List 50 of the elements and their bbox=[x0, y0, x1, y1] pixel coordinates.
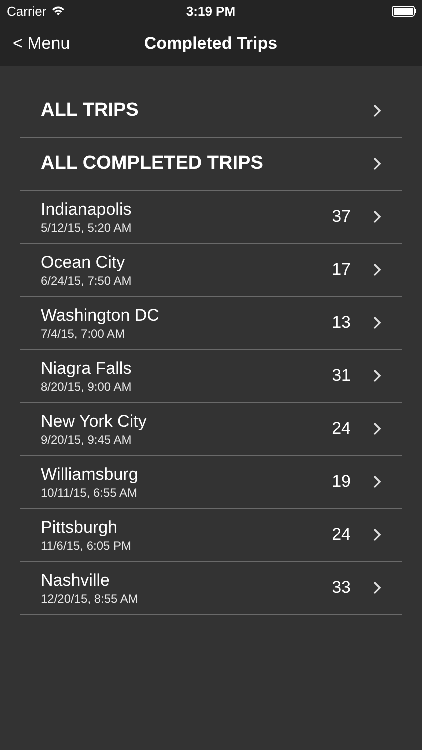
trip-count: 17 bbox=[332, 260, 351, 280]
chevron-icon bbox=[373, 581, 382, 595]
trip-count: 13 bbox=[332, 313, 351, 333]
trip-row[interactable]: Pittsburgh 11/6/15, 6:05 PM 24 bbox=[20, 509, 402, 562]
chevron-icon bbox=[373, 528, 382, 542]
chevron-icon bbox=[373, 157, 382, 171]
trip-name: Washington DC bbox=[41, 306, 160, 326]
section-row[interactable]: ALL TRIPS bbox=[20, 85, 402, 138]
trip-date: 10/11/15, 6:55 AM bbox=[41, 486, 139, 500]
trip-date: 5/12/15, 5:20 AM bbox=[41, 220, 133, 234]
chevron-icon bbox=[373, 475, 382, 489]
trip-name: Ocean City bbox=[41, 252, 126, 272]
trip-row[interactable]: Niagra Falls 8/20/15, 9:00 AM 31 bbox=[20, 350, 402, 403]
trip-date: 11/6/15, 6:05 PM bbox=[41, 538, 133, 552]
wifi-icon bbox=[52, 6, 65, 16]
battery-icon bbox=[392, 6, 417, 16]
trip-row[interactable]: Nashville 12/20/15, 8:55 AM 33 bbox=[20, 562, 402, 615]
chevron-icon bbox=[373, 104, 382, 118]
trip-date: 6/24/15, 7:50 AM bbox=[41, 274, 133, 288]
trip-count: 31 bbox=[332, 366, 351, 386]
trip-date: 7/4/15, 7:00 AM bbox=[41, 326, 126, 340]
trip-count: 19 bbox=[332, 472, 351, 492]
trip-name: Pittsburgh bbox=[41, 518, 119, 538]
trip-name: New York City bbox=[41, 412, 148, 432]
trip-name: Indianapolis bbox=[41, 200, 133, 220]
trip-date: 9/20/15, 9:45 AM bbox=[41, 432, 133, 446]
carrier-label: Carrier bbox=[7, 4, 47, 18]
trip-name: Niagra Falls bbox=[41, 358, 133, 378]
chevron-icon bbox=[373, 316, 382, 330]
trip-row[interactable]: New York City 9/20/15, 9:45 AM 24 bbox=[20, 403, 402, 456]
trip-row[interactable]: Williamsburg 10/11/15, 6:55 AM 19 bbox=[20, 456, 402, 509]
trip-count: 24 bbox=[332, 525, 351, 545]
trip-date: 12/20/15, 8:55 AM bbox=[41, 592, 140, 606]
chevron-icon bbox=[373, 369, 382, 383]
trip-row[interactable]: Washington DC 7/4/15, 7:00 AM 13 bbox=[20, 297, 402, 350]
section-row[interactable]: ALL COMPLETED TRIPS bbox=[20, 138, 402, 191]
chevron-icon bbox=[373, 210, 382, 224]
trip-count: 37 bbox=[332, 207, 351, 227]
trip-name: Williamsburg bbox=[41, 464, 140, 484]
chevron-icon bbox=[373, 263, 382, 277]
trip-row[interactable]: Indianapolis 5/12/15, 5:20 AM 37 bbox=[20, 191, 402, 244]
status-time: 3:19 PM bbox=[186, 4, 236, 18]
back-button[interactable]: < Menu bbox=[13, 34, 70, 54]
trip-row[interactable]: Ocean City 6/24/15, 7:50 AM 17 bbox=[20, 244, 402, 297]
chevron-icon bbox=[373, 422, 382, 436]
nav-title: Completed Trips bbox=[144, 34, 278, 54]
trip-count: 24 bbox=[332, 419, 351, 439]
trip-name: Nashville bbox=[41, 570, 111, 590]
trip-count: 33 bbox=[332, 578, 351, 598]
trip-date: 8/20/15, 9:00 AM bbox=[41, 380, 133, 394]
